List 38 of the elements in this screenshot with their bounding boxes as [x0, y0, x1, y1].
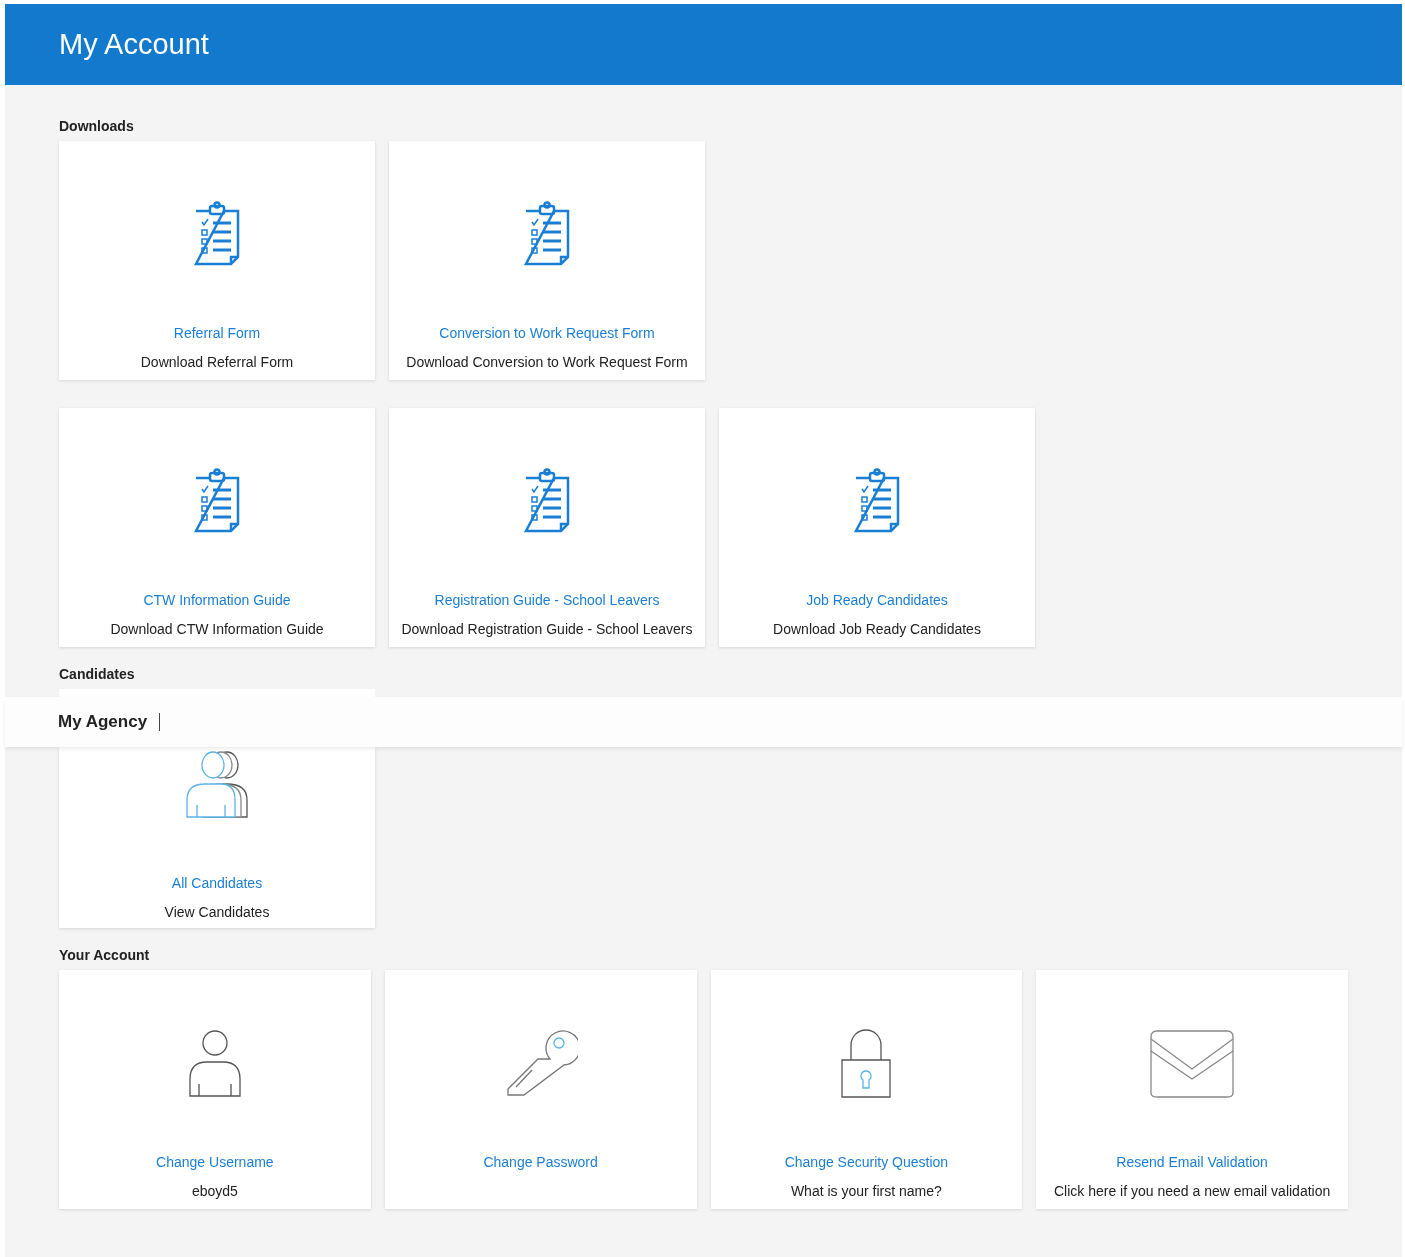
- tile-link[interactable]: Change Username: [156, 1152, 274, 1173]
- tile-card[interactable]: Registration Guide - School Leavers Download Registration Guide - School Leavers: [389, 408, 705, 647]
- tile-card[interactable]: Change Username eboyd5: [59, 970, 371, 1209]
- tile-description: eboyd5: [191, 1182, 238, 1201]
- tile-link[interactable]: Conversion to Work Request Form: [439, 323, 655, 344]
- tile-link[interactable]: Change Security Question: [784, 1152, 949, 1173]
- tile-description: Download Job Ready Candidates: [773, 620, 981, 639]
- section-heading: Candidates: [59, 665, 136, 683]
- tile-link[interactable]: Change Password: [483, 1152, 598, 1173]
- user-icon: [186, 1029, 243, 1099]
- tile-description: What is your first name?: [790, 1182, 942, 1201]
- tile-link[interactable]: All Candidates: [171, 873, 263, 894]
- group-of-people-icon: [183, 750, 251, 820]
- envelope-icon: [1149, 1029, 1236, 1099]
- tile-description: Download Referral Form: [140, 353, 294, 372]
- padlock-icon: [840, 1029, 893, 1099]
- tile-card[interactable]: Change Password: [384, 970, 697, 1209]
- section-heading: Your Account: [59, 946, 151, 964]
- page-title: My Account: [59, 26, 209, 62]
- tile-card[interactable]: All Candidates View Candidates: [59, 747, 375, 928]
- tile-link[interactable]: Resend Email Validation: [1116, 1152, 1268, 1173]
- tile-description: Download CTW Information Guide: [110, 620, 324, 639]
- tile-link[interactable]: CTW Information Guide: [143, 590, 291, 611]
- tile-card[interactable]: Job Ready Candidates Download Job Ready Candidates: [719, 408, 1035, 647]
- section-heading: Downloads: [59, 117, 135, 135]
- nav-title: My Agency: [58, 713, 161, 731]
- tile-card[interactable]: Change Security Question What is your first name?: [710, 970, 1023, 1209]
- tile-link[interactable]: Job Ready Candidates: [806, 590, 948, 611]
- tile-card[interactable]: Conversion to Work Request Form Download Conversion to Work Request Form: [389, 141, 705, 380]
- tile-description: View Candidates: [164, 903, 270, 922]
- tile-description: Click here if you need a new email validation: [1054, 1182, 1331, 1201]
- tile-link[interactable]: Registration Guide - School Leavers: [434, 590, 660, 611]
- tile-description: Download Registration Guide - School Leavers: [401, 620, 693, 639]
- tile-card[interactable]: Resend Email Validation Click here if you need a new email validation: [1036, 970, 1348, 1209]
- tile-link[interactable]: Referral Form: [173, 323, 261, 344]
- tile-card[interactable]: CTW Information Guide Download CTW Information Guide: [59, 408, 375, 647]
- tile-description: Download Conversion to Work Request Form: [406, 353, 688, 372]
- tile-card[interactable]: Referral Form Download Referral Form: [59, 141, 375, 380]
